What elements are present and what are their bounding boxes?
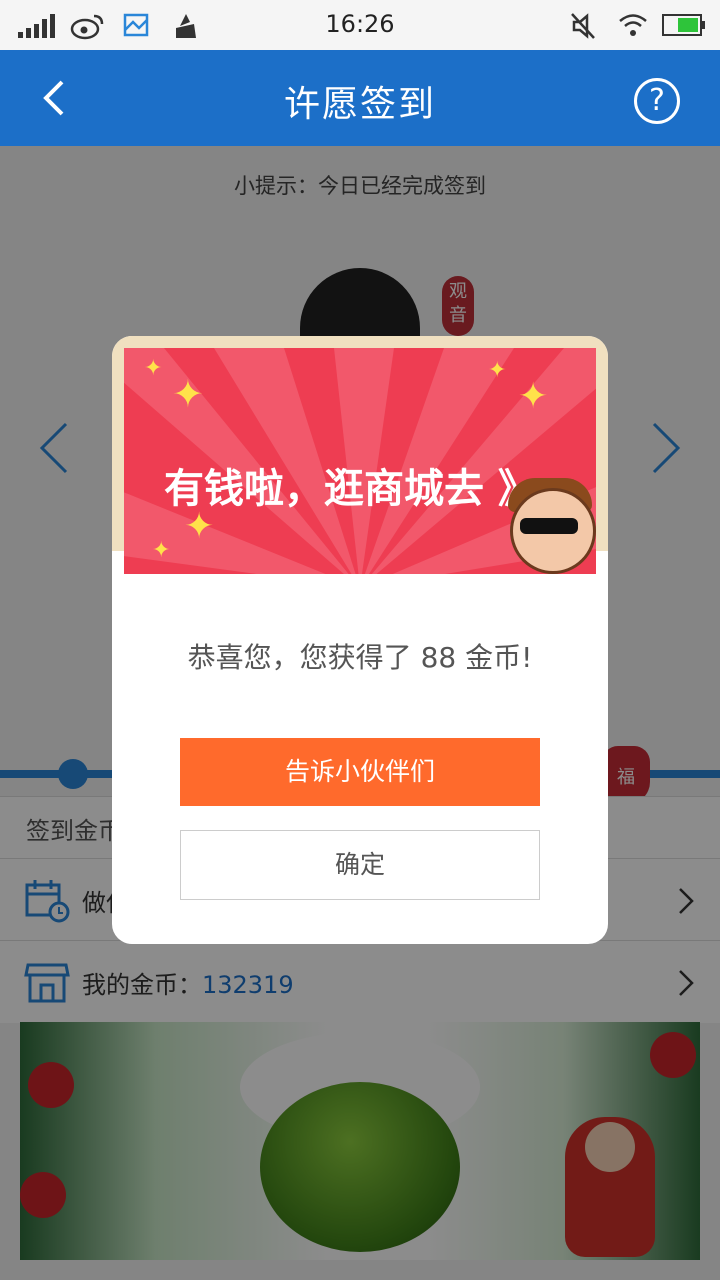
battery-icon <box>662 14 705 36</box>
mute-icon <box>571 13 595 39</box>
mall-promo-banner[interactable]: ✦ ✦ ✦ ✦ ✦ ✦ 有钱啦，逛商城去 》 <box>124 348 596 574</box>
share-button[interactable]: 告诉小伙伴们 <box>180 738 540 806</box>
sparkle-icon: ✦ <box>518 376 549 417</box>
reward-dialog: ✦ ✦ ✦ ✦ ✦ ✦ 有钱啦，逛商城去 》 恭喜您，您获得了 88 金币! 告… <box>112 336 608 944</box>
promo-text: 有钱啦，逛商城去 》 <box>164 466 538 512</box>
wifi-icon <box>619 14 647 36</box>
confirm-button[interactable]: 确定 <box>180 830 540 900</box>
sparkle-icon: ✦ <box>144 356 163 381</box>
help-icon[interactable]: ? <box>634 78 680 124</box>
reward-message: 恭喜您，您获得了 88 金币! <box>187 641 533 674</box>
title-bar: 许愿签到 ? <box>0 50 720 146</box>
mascot-sunglasses <box>520 518 578 534</box>
page-title: 许愿签到 <box>283 84 436 125</box>
clock: 16:26 <box>325 10 395 38</box>
status-bar: 16:26 <box>0 0 720 50</box>
sparkle-icon: ✦ <box>172 372 204 416</box>
sparkle-icon: ✦ <box>488 358 507 383</box>
sparkle-icon: ✦ <box>152 538 171 563</box>
